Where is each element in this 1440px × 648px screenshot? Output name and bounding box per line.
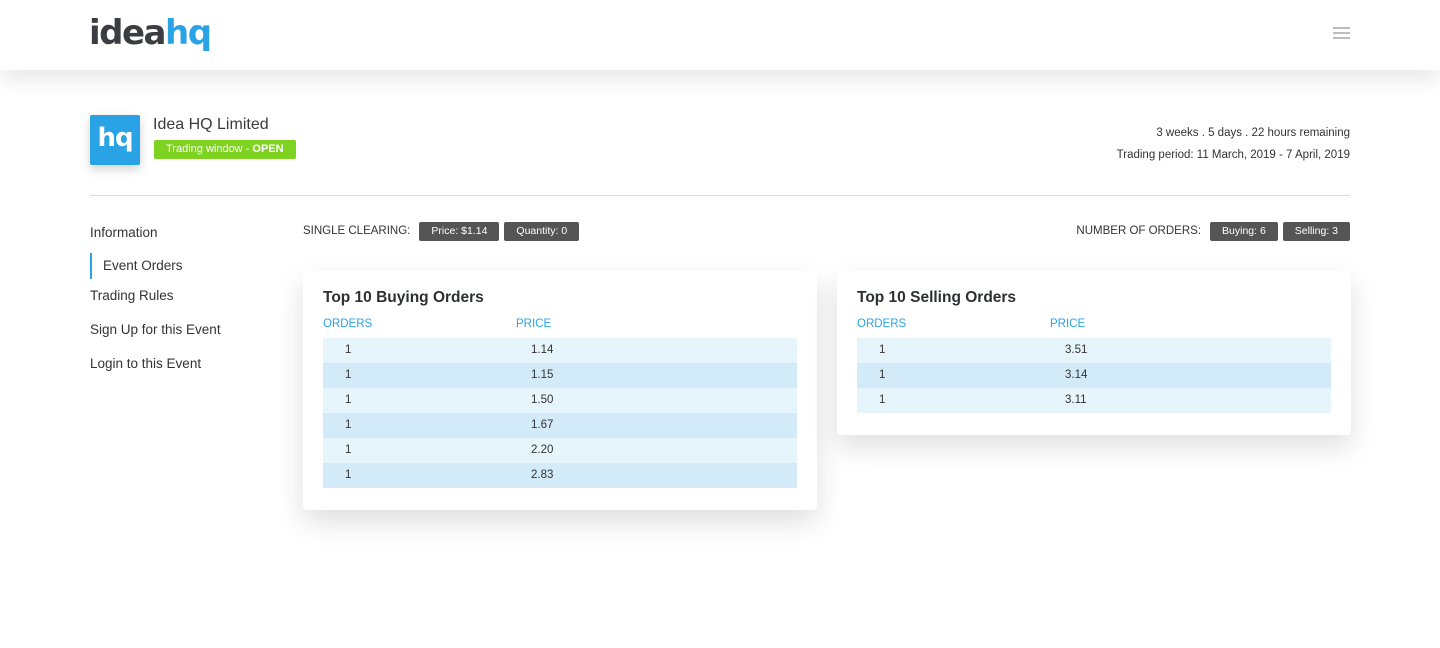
orders-cell: 1 (345, 469, 352, 481)
sidebar-item-login[interactable]: Login to this Event (90, 355, 280, 389)
column-header-orders: ORDERS (323, 318, 373, 330)
logo-text-idea: idea (89, 13, 167, 53)
column-header-price: PRICE (1050, 318, 1086, 330)
selling-orders-title: Top 10 Selling Orders (857, 289, 1017, 306)
price-cell: 1.14 (531, 344, 554, 356)
number-of-orders-summary: NUMBER OF ORDERS: Buying: 6 Selling: 3 (1076, 221, 1350, 241)
price-cell: 1.67 (531, 419, 554, 431)
sidebar-item-trading-rules[interactable]: Trading Rules (90, 287, 280, 321)
table-row: 1 1.50 (323, 388, 797, 413)
table-row: 1 1.15 (323, 363, 797, 388)
price-cell: 1.50 (531, 394, 554, 406)
status-prefix: Trading window - (166, 143, 253, 155)
sidebar-item-sign-up[interactable]: Sign Up for this Event (90, 321, 280, 355)
table-row: 1 1.14 (323, 338, 797, 363)
selling-count-chip: Selling: 3 (1282, 221, 1350, 241)
status-value: OPEN (252, 143, 284, 155)
buying-count-chip: Buying: 6 (1210, 221, 1278, 241)
table-row: 1 2.20 (323, 438, 797, 463)
divider (90, 195, 1350, 196)
number-of-orders-label: NUMBER OF ORDERS: (1076, 225, 1202, 237)
price-cell: 1.15 (531, 369, 554, 381)
selling-table-body: 1 3.51 1 3.14 1 3.11 (857, 338, 1331, 413)
table-row: 1 3.51 (857, 338, 1331, 363)
column-header-orders: ORDERS (857, 318, 907, 330)
company-name: Idea HQ Limited (153, 116, 269, 133)
table-row: 1 3.11 (857, 388, 1331, 413)
buying-orders-card: Top 10 Buying Orders ORDERS PRICE 1 1.14 … (303, 271, 817, 510)
menu-line (1333, 37, 1350, 39)
price-cell: 2.83 (531, 469, 554, 481)
price-cell: 2.20 (531, 444, 554, 456)
orders-cell: 1 (345, 344, 352, 356)
clearing-quantity-chip: Quantity: 0 (504, 221, 580, 241)
table-row: 1 2.83 (323, 463, 797, 488)
selling-orders-card: Top 10 Selling Orders ORDERS PRICE 1 3.51… (837, 271, 1351, 435)
ideahq-logo[interactable]: ideahq (89, 10, 212, 56)
logo-text-hq: hq (165, 13, 212, 53)
single-clearing-summary: SINGLE CLEARING: Price: $1.14 Quantity: … (303, 221, 580, 241)
table-row: 1 1.67 (323, 413, 797, 438)
column-header-price: PRICE (516, 318, 552, 330)
top-navbar: ideahq (0, 0, 1440, 70)
single-clearing-label: SINGLE CLEARING: (303, 225, 411, 237)
orders-cell: 1 (879, 344, 886, 356)
price-cell: 3.11 (1065, 394, 1087, 406)
orders-cell: 1 (345, 444, 352, 456)
price-cell: 3.51 (1065, 344, 1088, 356)
orders-cell: 1 (879, 369, 886, 381)
menu-line (1333, 32, 1350, 34)
orders-cell: 1 (879, 394, 886, 406)
menu-line (1333, 27, 1350, 29)
time-remaining: 3 weeks . 5 days . 22 hours remaining (1156, 127, 1350, 139)
buying-table-header: ORDERS PRICE (323, 318, 797, 338)
trading-period: Trading period: 11 March, 2019 - 7 April… (1116, 149, 1350, 161)
orders-cell: 1 (345, 394, 352, 406)
buying-table-body: 1 1.14 1 1.15 1 1.50 1 1.67 1 2.20 1 2.83 (323, 338, 797, 488)
table-row: 1 3.14 (857, 363, 1331, 388)
clearing-price-chip: Price: $1.14 (419, 221, 500, 241)
trading-status-badge: Trading window - OPEN (154, 140, 296, 159)
sidebar-item-event-orders[interactable]: Event Orders (90, 253, 280, 279)
company-logo: hq (90, 115, 140, 165)
sidebar-nav: Information Event Orders Trading Rules S… (90, 224, 280, 389)
price-cell: 3.14 (1065, 369, 1088, 381)
buying-orders-title: Top 10 Buying Orders (323, 289, 484, 306)
selling-table-header: ORDERS PRICE (857, 318, 1331, 338)
hamburger-menu-icon[interactable] (1330, 27, 1354, 43)
orders-cell: 1 (345, 419, 352, 431)
orders-cell: 1 (345, 369, 352, 381)
